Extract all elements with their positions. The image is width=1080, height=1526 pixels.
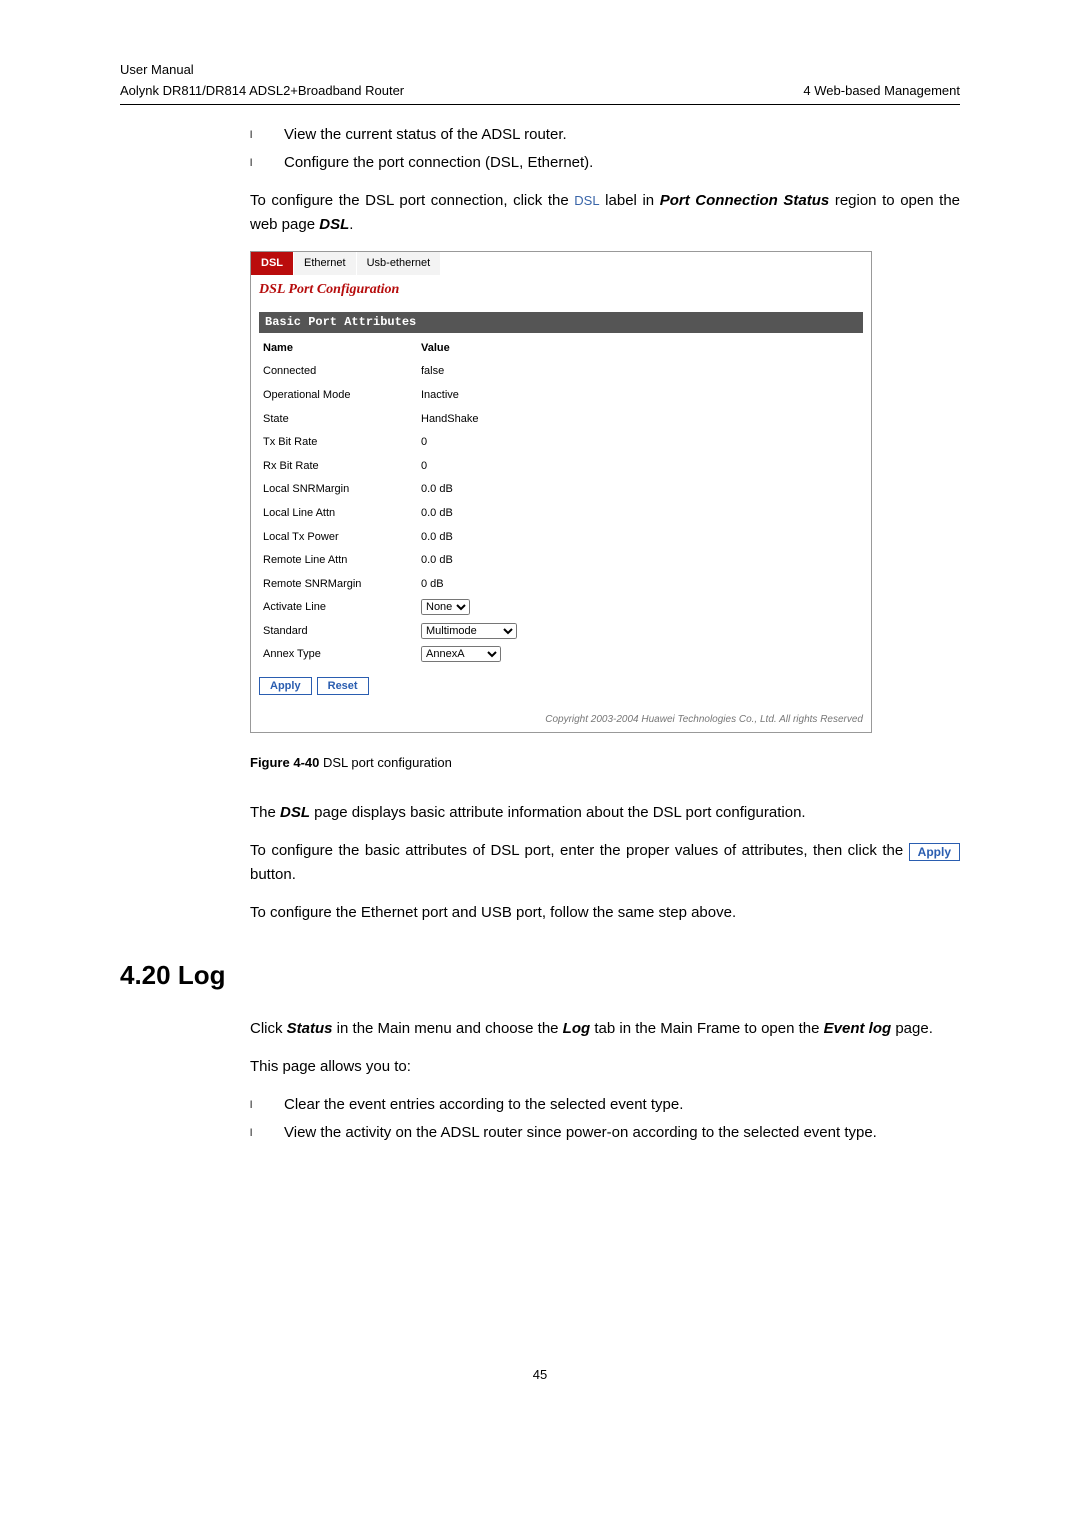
bullet-text: View the activity on the ADSL router sin… xyxy=(284,1121,960,1145)
emphasis: Event log xyxy=(824,1020,892,1037)
table-row: Annex Type AnnexA xyxy=(259,643,863,667)
attr-value: 0.0 dB xyxy=(417,502,863,526)
paragraph: To configure the basic attributes of DSL… xyxy=(250,839,960,887)
dsl-link: DSL xyxy=(574,193,599,208)
attr-name: Local SNRMargin xyxy=(259,478,417,502)
panel-title: DSL Port Configuration xyxy=(251,275,871,311)
table-row: Standard Multimode xyxy=(259,620,863,644)
emphasis: Port Connection Status xyxy=(660,192,830,209)
bullet-marker: l xyxy=(250,151,262,175)
section-header: Basic Port Attributes xyxy=(259,312,863,333)
table-row: Activate Line None xyxy=(259,596,863,620)
tab-usb-ethernet[interactable]: Usb-ethernet xyxy=(357,252,441,276)
figure-title: DSL port configuration xyxy=(323,755,452,770)
attributes-table: Name Value Connectedfalse Operational Mo… xyxy=(259,337,863,667)
attr-name: Tx Bit Rate xyxy=(259,431,417,455)
attr-value: false xyxy=(417,360,863,384)
dsl-config-screenshot: DSL Ethernet Usb-ethernet DSL Port Confi… xyxy=(250,251,872,733)
text: page displays basic attribute informatio… xyxy=(310,804,806,821)
text: To configure the basic attributes of DSL… xyxy=(250,842,909,859)
paragraph: The DSL page displays basic attribute in… xyxy=(250,801,960,825)
bullet-item: l View the current status of the ADSL ro… xyxy=(250,123,960,147)
attr-name: Local Tx Power xyxy=(259,526,417,550)
paragraph: To configure the Ethernet port and USB p… xyxy=(250,901,960,925)
bullet-item: l Clear the event entries according to t… xyxy=(250,1093,960,1117)
text: button. xyxy=(250,866,296,883)
apply-button-inline: Apply xyxy=(909,843,960,861)
text: Click xyxy=(250,1020,287,1037)
header-line2: Aolynk DR811/DR814 ADSL2+Broadband Route… xyxy=(120,81,404,102)
section-heading-log: 4.20 Log xyxy=(120,955,960,997)
bullet-text: Configure the port connection (DSL, Ethe… xyxy=(284,151,960,175)
table-row: StateHandShake xyxy=(259,408,863,432)
header-line1: User Manual xyxy=(120,60,404,81)
col-value: Value xyxy=(417,337,863,361)
text: To configure the DSL port connection, cl… xyxy=(250,192,574,209)
table-row: Local Tx Power0.0 dB xyxy=(259,526,863,550)
emphasis: Status xyxy=(287,1020,333,1037)
table-row: Tx Bit Rate0 xyxy=(259,431,863,455)
emphasis: DSL xyxy=(280,804,310,821)
table-row: Remote SNRMargin0 dB xyxy=(259,573,863,597)
table-row: Connectedfalse xyxy=(259,360,863,384)
table-row: Local Line Attn0.0 dB xyxy=(259,502,863,526)
paragraph: To configure the DSL port connection, cl… xyxy=(250,189,960,237)
text: . xyxy=(349,216,353,233)
header-right: 4 Web-based Management xyxy=(803,81,960,102)
bullet-item: l View the activity on the ADSL router s… xyxy=(250,1121,960,1145)
table-row: Rx Bit Rate0 xyxy=(259,455,863,479)
attr-value: 0.0 dB xyxy=(417,549,863,573)
bullet-item: l Configure the port connection (DSL, Et… xyxy=(250,151,960,175)
page-number: 45 xyxy=(120,1365,960,1386)
apply-button[interactable]: Apply xyxy=(259,677,312,695)
text: page. xyxy=(891,1020,933,1037)
bullet-text: View the current status of the ADSL rout… xyxy=(284,123,960,147)
tab-bar: DSL Ethernet Usb-ethernet xyxy=(251,252,871,276)
attr-value: 0 dB xyxy=(417,573,863,597)
bullet-text: Clear the event entries according to the… xyxy=(284,1093,960,1117)
text: The xyxy=(250,804,280,821)
paragraph: This page allows you to: xyxy=(250,1055,960,1079)
bullet-marker: l xyxy=(250,1121,262,1145)
table-row: Operational ModeInactive xyxy=(259,384,863,408)
emphasis: DSL xyxy=(319,216,349,233)
attr-value: Inactive xyxy=(417,384,863,408)
text: in the Main menu and choose the xyxy=(333,1020,563,1037)
attr-value: 0.0 dB xyxy=(417,478,863,502)
text: label in xyxy=(600,192,660,209)
page-header: User Manual Aolynk DR811/DR814 ADSL2+Bro… xyxy=(120,60,960,102)
attr-name: Activate Line xyxy=(259,596,417,620)
table-row: Remote Line Attn0.0 dB xyxy=(259,549,863,573)
annex-type-select[interactable]: AnnexA xyxy=(421,646,501,662)
tab-dsl[interactable]: DSL xyxy=(251,252,293,276)
figure-number: Figure 4-40 xyxy=(250,755,323,770)
attr-name: State xyxy=(259,408,417,432)
attr-value: 0 xyxy=(417,431,863,455)
attr-value: 0 xyxy=(417,455,863,479)
attr-name: Annex Type xyxy=(259,643,417,667)
tab-ethernet[interactable]: Ethernet xyxy=(294,252,356,276)
bullet-marker: l xyxy=(250,123,262,147)
attr-name: Connected xyxy=(259,360,417,384)
figure-caption: Figure 4-40 DSL port configuration xyxy=(250,753,960,774)
attr-value: 0.0 dB xyxy=(417,526,863,550)
attr-name: Remote SNRMargin xyxy=(259,573,417,597)
attr-name: Standard xyxy=(259,620,417,644)
attr-name: Rx Bit Rate xyxy=(259,455,417,479)
table-row: Local SNRMargin0.0 dB xyxy=(259,478,863,502)
attr-name: Operational Mode xyxy=(259,384,417,408)
attr-name: Local Line Attn xyxy=(259,502,417,526)
attr-name: Remote Line Attn xyxy=(259,549,417,573)
header-rule xyxy=(120,104,960,105)
reset-button[interactable]: Reset xyxy=(317,677,369,695)
standard-select[interactable]: Multimode xyxy=(421,623,517,639)
attr-value: HandShake xyxy=(417,408,863,432)
paragraph: Click Status in the Main menu and choose… xyxy=(250,1017,960,1041)
col-name: Name xyxy=(259,337,417,361)
copyright-text: Copyright 2003-2004 Huawei Technologies … xyxy=(251,712,871,732)
activate-line-select[interactable]: None xyxy=(421,599,470,615)
bullet-marker: l xyxy=(250,1093,262,1117)
text: tab in the Main Frame to open the xyxy=(590,1020,823,1037)
emphasis: Log xyxy=(563,1020,591,1037)
